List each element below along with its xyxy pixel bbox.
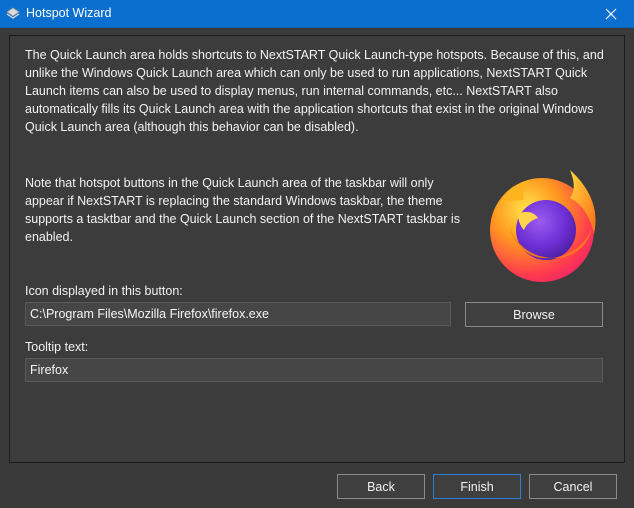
- description-paragraph: The Quick Launch area holds shortcuts to…: [25, 48, 604, 134]
- icon-field-label: Icon displayed in this button:: [25, 284, 183, 298]
- wizard-app-icon: [5, 6, 21, 22]
- close-icon: [605, 8, 617, 20]
- tooltip-field-label: Tooltip text:: [25, 340, 89, 354]
- browse-button[interactable]: Browse: [465, 302, 603, 327]
- tooltip-input[interactable]: [25, 358, 603, 382]
- firefox-logo-icon: [478, 160, 606, 288]
- back-button[interactable]: Back: [337, 474, 425, 499]
- cancel-button[interactable]: Cancel: [529, 474, 617, 499]
- wizard-panel: The Quick Launch area holds shortcuts to…: [9, 35, 625, 463]
- window-title: Hotspot Wizard: [26, 6, 112, 20]
- note-paragraph: Note that hotspot buttons in the Quick L…: [25, 176, 460, 244]
- finish-button[interactable]: Finish: [433, 474, 521, 499]
- icon-path-input[interactable]: [25, 302, 451, 326]
- title-bar: Hotspot Wizard: [0, 0, 634, 28]
- close-button[interactable]: [588, 0, 634, 28]
